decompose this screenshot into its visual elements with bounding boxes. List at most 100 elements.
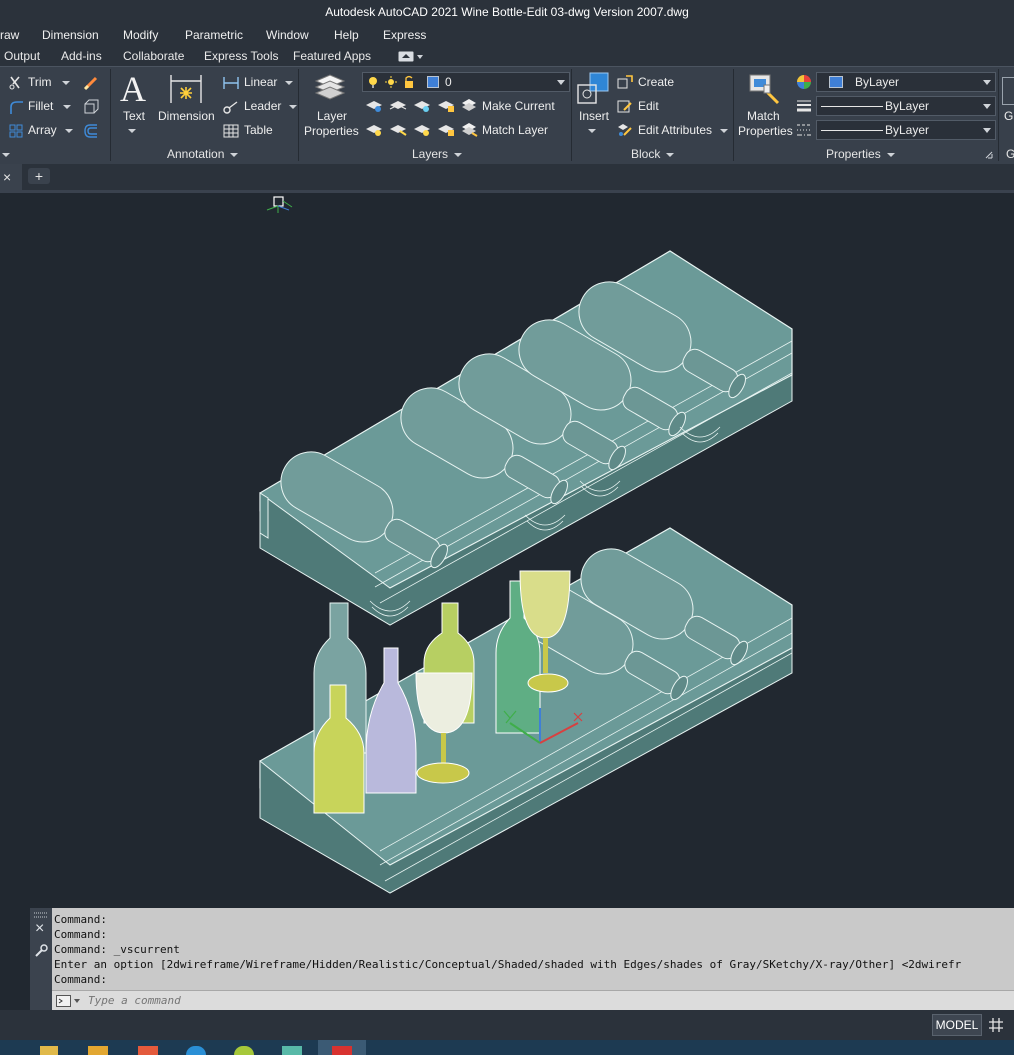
drawing-viewport[interactable]	[0, 190, 1014, 908]
linear-dimension-icon	[223, 77, 239, 89]
ribbon-minimize-icon[interactable]	[398, 51, 426, 62]
match-properties-label-1[interactable]: Match	[747, 109, 780, 123]
edit-button[interactable]: Edit	[638, 99, 659, 113]
linear-button[interactable]: Linear	[244, 75, 294, 89]
match-layer-icon	[462, 123, 478, 137]
tab-add-ins[interactable]: Add-ins	[61, 49, 102, 63]
match-properties-label-2[interactable]: Properties	[738, 124, 793, 138]
insert-block-icon	[577, 72, 609, 104]
trim-icon	[9, 76, 20, 90]
layer-state-icons	[369, 75, 413, 88]
tab-collaborate[interactable]: Collaborate	[123, 49, 184, 63]
match-properties-icon	[749, 74, 780, 105]
model-space-button[interactable]: MODEL	[932, 1014, 982, 1036]
windows-taskbar	[0, 1040, 1014, 1055]
text-dropdown[interactable]	[128, 123, 136, 137]
menu-help[interactable]: Help	[334, 28, 359, 42]
command-history-line: Command: _vscurrent	[54, 943, 180, 956]
fillet-button[interactable]: Fillet	[28, 99, 72, 113]
close-command-icon[interactable]: ×	[35, 920, 44, 938]
groups-button[interactable]: G	[1004, 109, 1013, 123]
array-button[interactable]: Array	[28, 123, 73, 137]
layer-properties-label-2[interactable]: Properties	[304, 124, 359, 138]
dimension-button[interactable]: Dimension	[158, 109, 215, 123]
menu-modify[interactable]: Modify	[123, 28, 158, 42]
color-wheel-icon[interactable]	[796, 74, 812, 90]
layer-dropdown[interactable]: 0	[362, 72, 570, 92]
layer-properties-label-1[interactable]: Layer	[317, 109, 347, 123]
taskbar-app-icon[interactable]	[282, 1046, 302, 1055]
insert-button[interactable]: Insert	[579, 109, 609, 123]
groups-icon[interactable]	[1002, 77, 1014, 105]
edit-attributes-button[interactable]: Edit Attributes	[638, 123, 729, 137]
taskbar-app-icon[interactable]	[234, 1046, 254, 1055]
3d-solid-icon[interactable]	[82, 98, 100, 116]
tab-featured-apps[interactable]: Featured Apps	[293, 49, 371, 63]
panel-separator	[998, 69, 999, 161]
menu-window[interactable]: Window	[266, 28, 309, 42]
close-tab-icon[interactable]: ×	[3, 169, 11, 185]
tab-express-tools[interactable]: Express Tools	[204, 49, 278, 63]
leader-button[interactable]: Leader	[244, 99, 298, 113]
layer-tools-row-2-icon[interactable]	[364, 121, 460, 137]
panel-separator	[733, 69, 734, 161]
linetype-dropdown[interactable]: ByLayer	[816, 120, 996, 140]
window-title: Autodesk AutoCAD 2021 Wine Bottle-Edit 0…	[325, 5, 689, 19]
panel-separator	[571, 69, 572, 161]
panel-launcher-icon[interactable]	[985, 151, 993, 159]
drawing-canvas[interactable]	[0, 193, 1014, 908]
groups-panel-footer[interactable]: G	[1006, 147, 1014, 161]
new-tab-button[interactable]: +	[28, 168, 50, 184]
file-explorer-icon[interactable]	[88, 1046, 108, 1055]
file-tab-bar: × +	[0, 164, 1014, 190]
ribbon-tab-bar: Output Add-ins Collaborate Express Tools…	[0, 46, 1014, 66]
dimension-icon	[170, 75, 202, 103]
text-button[interactable]: Text	[123, 109, 145, 123]
properties-panel-footer[interactable]: Properties	[826, 147, 895, 161]
annotation-panel-footer[interactable]: Annotation	[167, 147, 239, 161]
command-window-handle[interactable]: ×	[30, 908, 52, 1010]
lineweight-sample	[821, 106, 883, 107]
linetype-icon[interactable]	[796, 122, 812, 138]
insert-dropdown[interactable]	[588, 123, 596, 137]
menu-dimension[interactable]: Dimension	[42, 28, 99, 42]
layers-panel-footer[interactable]: Layers	[412, 147, 463, 161]
layer-properties-icon	[314, 74, 346, 100]
block-panel-footer[interactable]: Block	[631, 147, 675, 161]
command-prompt-icon[interactable]	[56, 995, 82, 1007]
offset-icon[interactable]	[82, 122, 100, 140]
title-bar: Autodesk AutoCAD 2021 Wine Bottle-Edit 0…	[0, 0, 1014, 24]
ribbon: Trim Fillet Array A Text Dimension Linea…	[0, 66, 1014, 164]
menu-parametric[interactable]: Parametric	[185, 28, 243, 42]
lineweight-icon[interactable]	[796, 98, 812, 114]
make-current-button[interactable]: Make Current	[482, 99, 555, 113]
table-button[interactable]: Table	[244, 123, 273, 137]
menu-draw[interactable]: raw	[0, 28, 19, 42]
create-button[interactable]: Create	[638, 75, 674, 89]
linetype-sample	[821, 130, 883, 131]
command-history-line: Command:	[54, 973, 107, 986]
layer-tools-row-1-icon[interactable]	[364, 97, 460, 113]
fillet-icon	[10, 101, 23, 114]
menu-express[interactable]: Express	[383, 28, 426, 42]
lineweight-dropdown[interactable]: ByLayer	[816, 96, 996, 116]
ucs-icon	[266, 196, 293, 213]
grid-icon[interactable]	[988, 1017, 1004, 1033]
modify-panel-footer[interactable]	[2, 147, 10, 161]
taskbar-app-icon[interactable]	[138, 1046, 158, 1055]
color-dropdown[interactable]: ByLayer	[816, 72, 996, 92]
tab-output[interactable]: Output	[4, 49, 40, 63]
match-layer-button[interactable]: Match Layer	[482, 123, 548, 137]
command-input[interactable]	[88, 993, 988, 1008]
autocad-icon	[332, 1046, 352, 1055]
drag-grip-icon[interactable]	[33, 911, 49, 919]
make-current-icon	[462, 99, 476, 111]
autocad-taskbar-button[interactable]	[318, 1040, 366, 1055]
wrench-icon[interactable]	[34, 944, 48, 958]
layer-color-swatch	[427, 76, 439, 88]
file-tab[interactable]: ×	[0, 164, 22, 190]
erase-icon[interactable]	[82, 74, 100, 92]
browser-icon[interactable]	[186, 1046, 206, 1055]
taskbar-app-icon[interactable]	[40, 1046, 58, 1055]
trim-button[interactable]: Trim	[28, 75, 70, 89]
